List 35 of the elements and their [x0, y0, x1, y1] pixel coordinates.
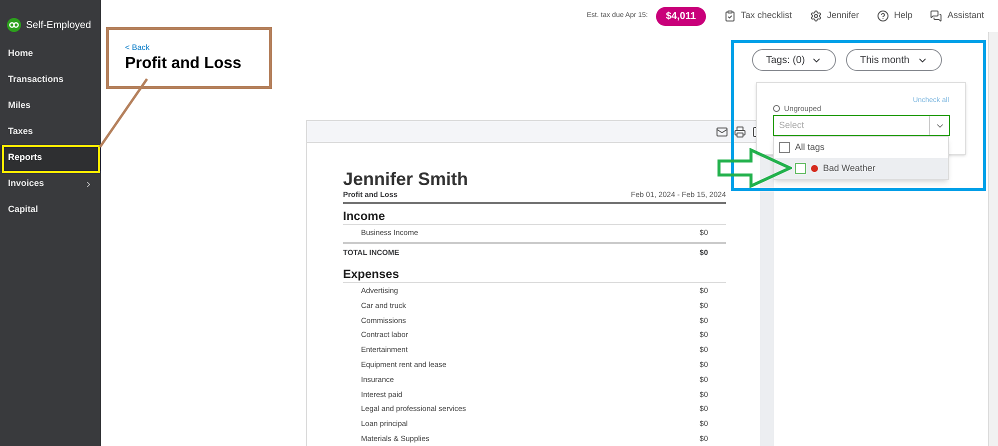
tax-amount-badge[interactable]: $4,011: [656, 6, 706, 26]
chat-icon: [930, 10, 942, 22]
nav-item[interactable]: Taxes: [0, 119, 101, 145]
report-owner-name: Jennifer Smith: [343, 169, 470, 190]
header-link[interactable]: Tax checklist: [724, 9, 792, 23]
header-link[interactable]: Assistant: [930, 9, 984, 23]
nav-item[interactable]: Capital: [0, 197, 101, 223]
checkbox[interactable]: [779, 142, 790, 153]
nav-item[interactable]: Miles: [0, 93, 101, 119]
brand-name: Self-Employed: [26, 18, 92, 32]
section-heading: Expenses: [343, 266, 726, 284]
nav-item[interactable]: Home: [0, 41, 101, 67]
arrow-icon: [717, 148, 792, 188]
logo-icon: [7, 18, 21, 32]
back-link[interactable]: < Back: [125, 42, 242, 54]
scrollbar[interactable]: [988, 32, 998, 446]
printer-icon[interactable]: [734, 126, 746, 138]
settings-icon: [810, 10, 822, 22]
tag-option[interactable]: All tags: [774, 137, 948, 158]
period-filter-button[interactable]: This month: [846, 49, 942, 72]
page-title: Profit and Loss: [125, 54, 242, 74]
chevron-icon: [84, 180, 93, 188]
radio-button[interactable]: [773, 105, 780, 112]
header-link[interactable]: Jennifer: [810, 9, 859, 23]
section-heading: Income: [343, 208, 726, 226]
tag-option[interactable]: Bad Weather: [774, 158, 948, 179]
checkbox[interactable]: [795, 163, 806, 174]
nav-item[interactable]: Transactions: [0, 67, 101, 93]
tags-filter-button[interactable]: Tags: (0): [752, 49, 836, 72]
clipboard-icon: [724, 10, 736, 22]
mail-icon[interactable]: [716, 126, 728, 138]
help-icon: [876, 10, 889, 22]
nav-item[interactable]: Invoices: [0, 171, 101, 197]
header-link[interactable]: Help: [876, 9, 912, 23]
callout-line: [98, 77, 150, 149]
